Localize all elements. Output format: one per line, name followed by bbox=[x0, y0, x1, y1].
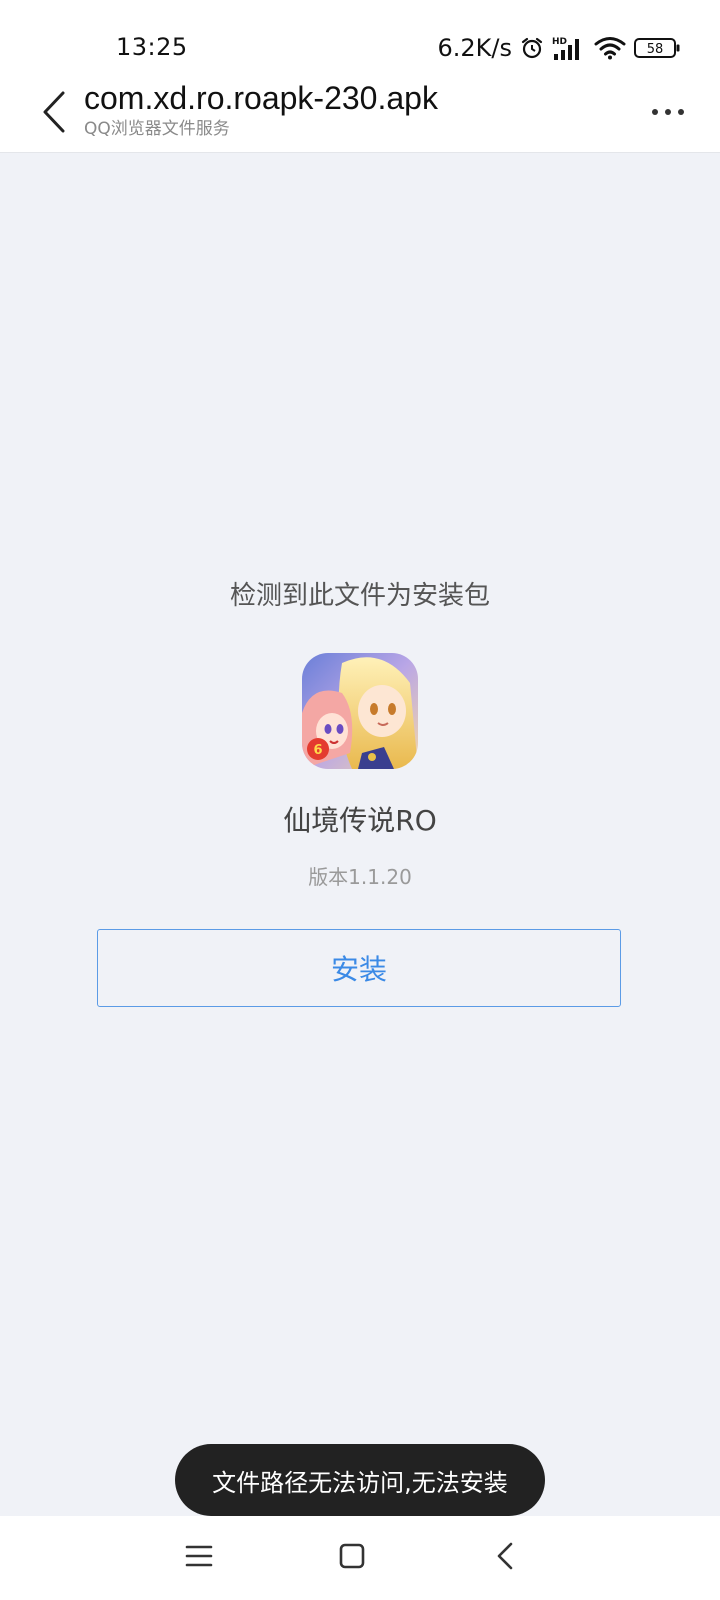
svg-text:6: 6 bbox=[313, 743, 322, 758]
recent-apps-button[interactable] bbox=[175, 1534, 223, 1582]
toast-message: 文件路径无法访问,无法安装 bbox=[175, 1444, 545, 1516]
header-title-group: com.xd.ro.roapk-230.apk QQ浏览器文件服务 bbox=[84, 78, 438, 140]
chevron-left-icon bbox=[39, 90, 69, 138]
app-icon: 6 bbox=[302, 653, 418, 769]
status-bar: 13:25 6.2K/s HD 58 bbox=[0, 0, 720, 78]
more-horizontal-icon-dot bbox=[678, 109, 684, 115]
network-speed: 6.2K/s bbox=[437, 34, 513, 62]
back-chevron-icon bbox=[494, 1541, 516, 1575]
back-button[interactable] bbox=[26, 86, 82, 142]
page-title: com.xd.ro.roapk-230.apk bbox=[84, 80, 438, 116]
status-right-group: 6.2K/s HD 58 bbox=[438, 33, 681, 63]
app-header: com.xd.ro.roapk-230.apk QQ浏览器文件服务 bbox=[0, 78, 720, 153]
detect-message: 检测到此文件为安装包 bbox=[229, 581, 490, 611]
battery-level: 58 bbox=[647, 42, 664, 57]
app-version: 版本1.1.20 bbox=[308, 865, 412, 889]
page-subtitle: QQ浏览器文件服务 bbox=[84, 119, 230, 139]
app-name: 仙境传说RO bbox=[283, 804, 437, 837]
hd-signal-icon: HD bbox=[552, 35, 586, 61]
main-content: 检测到此文件为安装包 6 仙境传说RO 版本1.1.20 安装 文件路径无法访问… bbox=[0, 153, 720, 1516]
alarm-icon bbox=[520, 36, 544, 60]
more-options-button[interactable] bbox=[640, 92, 696, 132]
more-horizontal-icon-dot bbox=[665, 109, 671, 115]
menu-icon bbox=[185, 1544, 213, 1572]
wifi-icon bbox=[594, 36, 626, 60]
svg-text:HD: HD bbox=[552, 37, 567, 47]
system-nav-bar bbox=[0, 1516, 720, 1600]
system-back-button[interactable] bbox=[481, 1534, 529, 1582]
home-button[interactable] bbox=[328, 1534, 376, 1582]
install-button[interactable]: 安装 bbox=[97, 929, 621, 1007]
home-square-icon bbox=[338, 1542, 366, 1574]
more-horizontal-icon bbox=[652, 109, 658, 115]
status-time: 13:25 bbox=[116, 33, 188, 61]
battery-icon: 58 bbox=[634, 37, 680, 59]
